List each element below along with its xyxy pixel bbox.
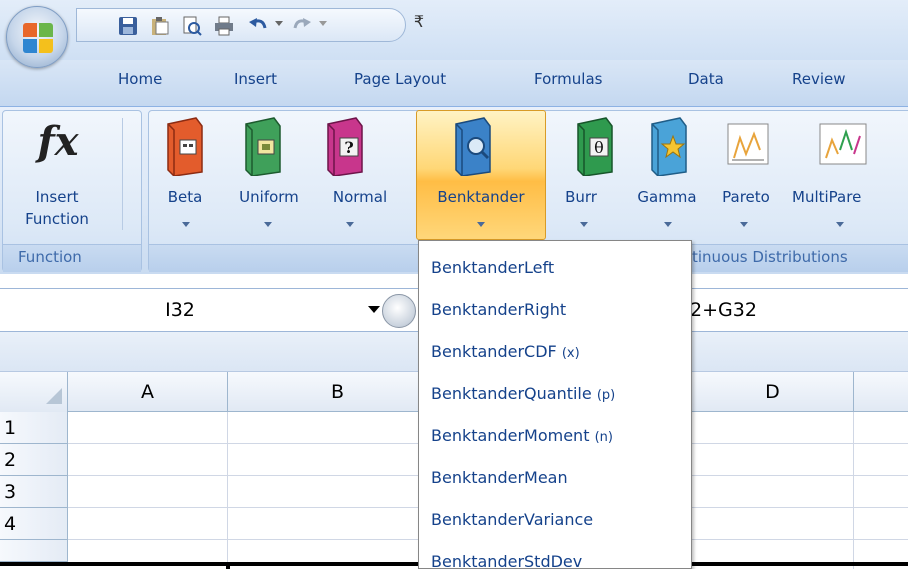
- cell-border-thick: [226, 562, 230, 569]
- menu-item-benktander-left[interactable]: BenktanderLeft: [431, 247, 554, 289]
- menu-item-label: BenktanderRight: [431, 300, 567, 319]
- tab-home[interactable]: Home: [118, 70, 162, 98]
- tab-review[interactable]: Review: [792, 70, 846, 98]
- column-header-a[interactable]: A: [68, 372, 228, 412]
- menu-item-label: BenktanderQuantile: [431, 384, 592, 403]
- tab-formulas[interactable]: Formulas: [534, 70, 602, 98]
- benktander-button[interactable]: Benktander: [418, 188, 544, 206]
- benktander-dropdown-menu: BenktanderLeft BenktanderRight Benktande…: [418, 240, 692, 569]
- insert-function-label-2[interactable]: Function: [12, 210, 102, 228]
- row-header-4[interactable]: 4: [0, 508, 68, 540]
- row-header-3[interactable]: 3: [0, 476, 68, 508]
- name-box[interactable]: I32: [0, 292, 360, 328]
- tab-page-layout[interactable]: Page Layout: [354, 70, 446, 98]
- formula-input[interactable]: 2+G32: [690, 292, 757, 328]
- menu-item-benktander-cdf[interactable]: BenktanderCDF (x): [431, 331, 580, 373]
- function-group-label: Function: [18, 248, 82, 266]
- gamma-dropdown-arrow[interactable]: [664, 222, 672, 227]
- menu-item-label: BenktanderStdDev: [431, 552, 583, 569]
- gamma-book-icon[interactable]: [642, 116, 692, 176]
- menu-item-label: BenktanderMoment: [431, 426, 590, 445]
- menu-item-label: BenktanderVariance: [431, 510, 594, 529]
- normal-book-icon[interactable]: ?: [318, 116, 368, 176]
- menu-item-benktander-right[interactable]: BenktanderRight: [431, 289, 566, 331]
- beta-book-icon[interactable]: [158, 116, 208, 176]
- burr-book-icon[interactable]: θ: [568, 116, 618, 176]
- distributions-group-label: tinuous Distributions: [692, 248, 848, 266]
- select-all-icon: [46, 388, 62, 404]
- pareto-dropdown-arrow[interactable]: [740, 222, 748, 227]
- office-button[interactable]: [6, 6, 68, 68]
- redo-dropdown-arrow[interactable]: [319, 21, 327, 26]
- benktander-book-icon[interactable]: [446, 116, 496, 176]
- burr-dropdown-arrow[interactable]: [580, 222, 588, 227]
- multipareto-button[interactable]: MultiPare: [792, 188, 908, 206]
- formula-cancel-button[interactable]: [382, 294, 416, 328]
- undo-icon[interactable]: [247, 16, 269, 36]
- column-header-divider: [853, 372, 854, 412]
- redo-icon[interactable]: [291, 16, 313, 36]
- menu-item-benktander-stddev[interactable]: BenktanderStdDev: [431, 541, 582, 569]
- benktander-dropdown-arrow[interactable]: [477, 222, 485, 227]
- print-preview-icon[interactable]: [181, 16, 203, 36]
- multipareto-dropdown-arrow[interactable]: [836, 222, 844, 227]
- quick-access-toolbar: [76, 8, 406, 42]
- menu-item-arg: (n): [594, 430, 613, 445]
- save-icon[interactable]: [117, 16, 139, 36]
- row-header-5[interactable]: [0, 540, 68, 562]
- menu-item-label: BenktanderLeft: [431, 258, 555, 277]
- menu-item-benktander-mean[interactable]: BenktanderMean: [431, 457, 568, 499]
- tab-data[interactable]: Data: [688, 70, 724, 98]
- beta-button[interactable]: Beta: [160, 188, 210, 206]
- normal-book-glyph: ?: [344, 138, 353, 157]
- customize-qat-icon[interactable]: ₹: [411, 12, 427, 32]
- undo-dropdown-arrow[interactable]: [275, 21, 283, 26]
- multipareto-chart-icon[interactable]: [818, 120, 868, 170]
- row-header-1[interactable]: 1: [0, 412, 68, 444]
- insert-function-label[interactable]: Insert: [12, 188, 102, 206]
- uniform-book-icon[interactable]: [236, 116, 286, 176]
- menu-item-arg: (x): [561, 346, 580, 361]
- normal-dropdown-arrow[interactable]: [346, 222, 354, 227]
- column-header-b[interactable]: B: [228, 372, 448, 412]
- quick-print-icon[interactable]: [213, 16, 235, 36]
- paste-icon[interactable]: [149, 16, 171, 36]
- column-header-d[interactable]: D: [692, 372, 854, 412]
- pareto-button[interactable]: Pareto: [706, 188, 786, 206]
- beta-dropdown-arrow[interactable]: [182, 222, 190, 227]
- tab-insert[interactable]: Insert: [234, 70, 277, 98]
- uniform-dropdown-arrow[interactable]: [264, 222, 272, 227]
- office-logo-icon: [23, 23, 53, 53]
- menu-item-label: BenktanderCDF: [431, 342, 557, 361]
- menu-item-arg: (p): [596, 388, 616, 403]
- row-header-2[interactable]: 2: [0, 444, 68, 476]
- menu-item-benktander-quantile[interactable]: BenktanderQuantile (p): [431, 373, 615, 415]
- normal-button[interactable]: Normal: [310, 188, 410, 206]
- burr-book-glyph: θ: [594, 138, 604, 157]
- menu-item-benktander-variance[interactable]: BenktanderVariance: [431, 499, 593, 541]
- pareto-chart-icon[interactable]: [726, 120, 770, 170]
- uniform-button[interactable]: Uniform: [228, 188, 310, 206]
- name-box-dropdown-icon[interactable]: [368, 306, 380, 313]
- gamma-button[interactable]: Gamma: [632, 188, 702, 206]
- function-separator: [122, 118, 123, 230]
- grid-line: [853, 412, 854, 569]
- menu-item-label: BenktanderMean: [431, 468, 568, 487]
- grid-line: [227, 412, 228, 569]
- burr-button[interactable]: Burr: [556, 188, 606, 206]
- insert-function-icon[interactable]: fx: [18, 118, 98, 174]
- menu-item-benktander-moment[interactable]: BenktanderMoment (n): [431, 415, 613, 457]
